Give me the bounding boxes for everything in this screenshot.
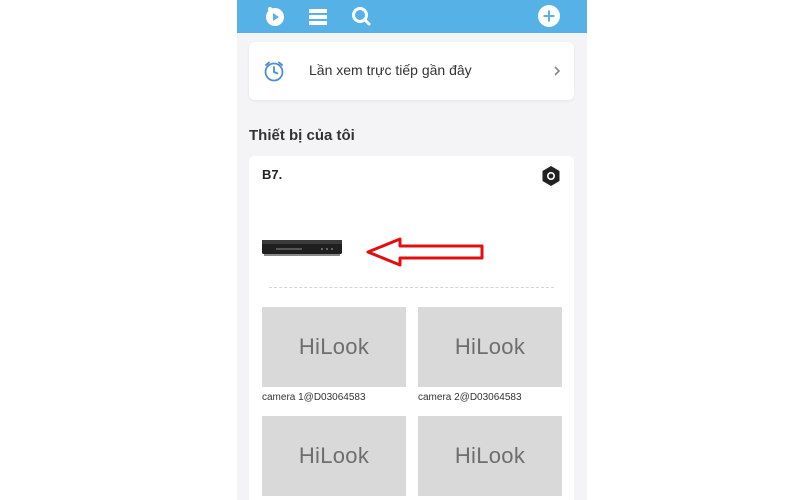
- red-arrow-icon: [364, 235, 486, 269]
- nvr-device-image[interactable]: [262, 236, 342, 258]
- recent-live-view-item[interactable]: Lần xem trực tiếp gần đây: [249, 42, 574, 100]
- camera-thumbnail: HiLook: [262, 307, 406, 387]
- camera-thumbnail: HiLook: [262, 416, 406, 496]
- camera-thumbnail: HiLook: [418, 416, 562, 496]
- stopwatch-icon: [263, 60, 285, 82]
- hilook-logo: HiLook: [454, 334, 526, 359]
- camera-label: camera 1@D03064583: [262, 392, 366, 403]
- app-screen: Lần xem trực tiếp gần đây Thiết bị của t…: [237, 0, 587, 500]
- add-icon[interactable]: [537, 4, 561, 28]
- recent-live-view-label: Lần xem trực tiếp gần đây: [309, 62, 472, 78]
- camera-tile-4[interactable]: HiLook: [418, 416, 562, 496]
- section-title: Thiết bị của tôi: [249, 127, 355, 144]
- device-settings-icon[interactable]: [541, 165, 561, 187]
- hilook-logo: HiLook: [298, 334, 370, 359]
- playback-icon[interactable]: [263, 4, 287, 28]
- list-icon[interactable]: [307, 4, 331, 28]
- hilook-logo: HiLook: [454, 443, 526, 468]
- chevron-right-icon: [552, 64, 562, 78]
- divider: [269, 287, 554, 288]
- camera-label: camera 2@D03064583: [418, 392, 522, 403]
- device-card: B7. HiLook camera 1@D03064583 HiLook cam…: [249, 156, 574, 500]
- search-icon[interactable]: [349, 4, 373, 28]
- camera-tile-1[interactable]: HiLook camera 1@D03064583: [262, 307, 406, 403]
- hilook-logo: HiLook: [298, 443, 370, 468]
- device-name: B7.: [262, 167, 283, 182]
- camera-tile-3[interactable]: HiLook: [262, 416, 406, 496]
- top-toolbar: [237, 0, 587, 33]
- camera-thumbnail: HiLook: [418, 307, 562, 387]
- camera-tile-2[interactable]: HiLook camera 2@D03064583: [418, 307, 562, 403]
